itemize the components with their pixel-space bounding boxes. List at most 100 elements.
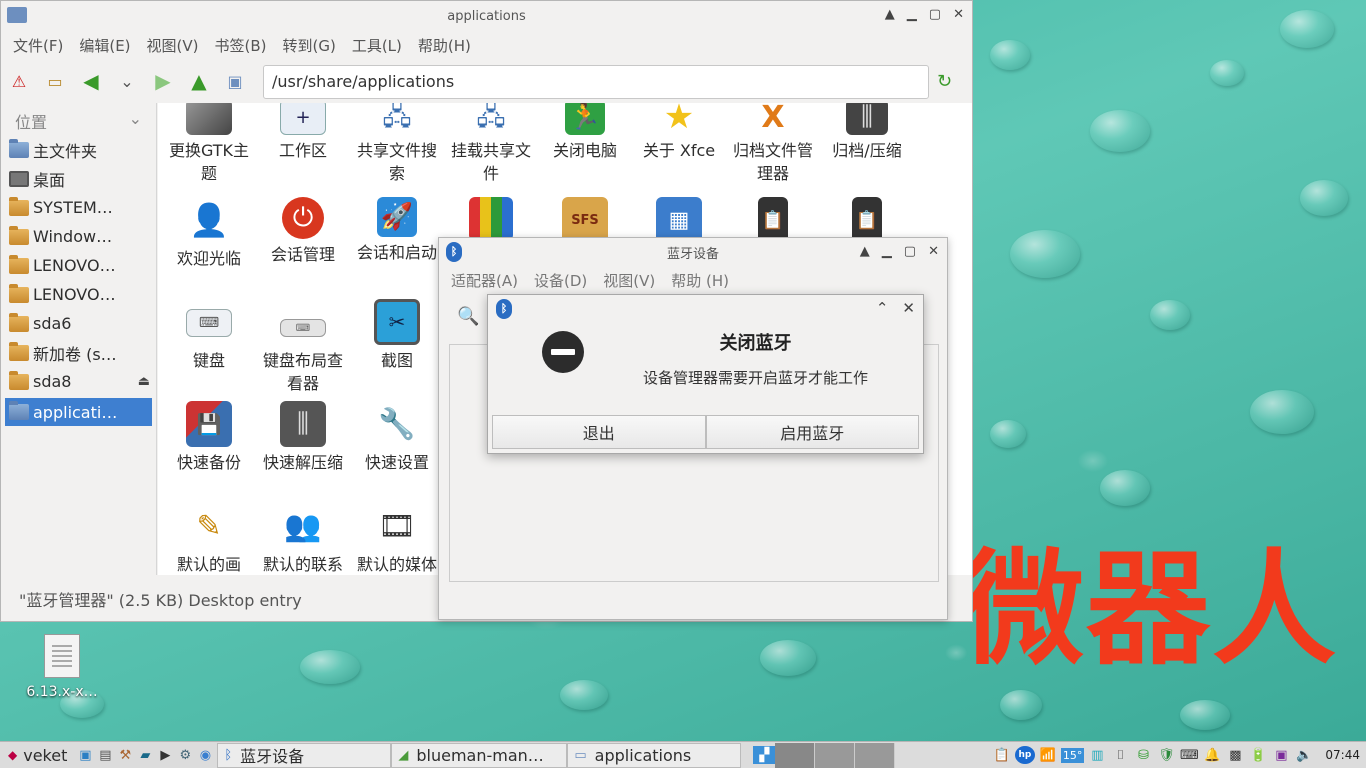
shield-icon[interactable]: 🛡 [1156,746,1176,764]
menu-view[interactable]: 视图(V) [147,35,199,56]
menu-help[interactable]: 帮助(H) [418,35,471,56]
database-icon[interactable]: ⛁ [1133,746,1153,764]
new-folder-icon[interactable]: ▭ [45,71,65,91]
monitor-icon[interactable]: ▩ [1225,746,1245,764]
sidebar-item-system[interactable]: SYSTEM… [1,193,156,222]
quit-button[interactable]: 退出 [492,415,706,449]
desktop-icon[interactable]: ▣ [75,746,95,764]
app-icon-keyboard[interactable]: ⌨ 键盘 [162,299,256,372]
clock[interactable]: 07:44 [1325,748,1360,762]
tools-icon[interactable]: ⚒ [115,746,135,764]
close-button[interactable]: ✕ [953,7,964,22]
browser-icon[interactable]: ◉ [195,746,215,764]
task-blueman-manager[interactable]: ◢ blueman-man… [391,742,568,768]
battery-icon[interactable]: 🔋 [1248,746,1268,764]
menu-view[interactable]: 视图(V) [603,270,655,291]
start-menu-button[interactable]: ◆ veket [0,746,75,765]
keyboard-icon[interactable]: ⌨ [1179,746,1199,764]
app-icon-session-manager[interactable]: ⏻ 会话管理 [256,197,350,266]
up-arrow-icon[interactable]: ▲ [189,69,209,93]
screen-icon[interactable]: ▤ [95,746,115,764]
chevron-down-icon[interactable]: ⌄ [129,109,142,129]
sidebar-item-lenovo-2[interactable]: LENOVO… [1,280,156,309]
hp-icon[interactable]: hp [1014,746,1035,764]
titlebar[interactable]: applications ▲ ▁ ▢ ✕ [1,1,972,31]
enable-bluetooth-button[interactable]: 启用蓝牙 [705,415,919,449]
workspace-switcher-icon[interactable]: ▞ [753,746,776,764]
shade-button[interactable]: ▲ [885,7,895,22]
forward-arrow-icon[interactable]: ▶ [153,69,173,93]
drive-folder-icon [9,341,29,361]
app-icon-workspace[interactable]: + 工作区 [256,103,350,162]
menu-help[interactable]: 帮助 (H) [671,270,729,291]
start-label: veket [23,745,68,765]
app-icon-about-xfce[interactable]: ★ 关于 Xfce [632,103,726,162]
menu-tools[interactable]: 工具(L) [352,35,402,56]
search-icon[interactable]: 🔍 [457,306,479,327]
maximize-button[interactable]: ▢ [904,244,916,259]
history-chevron-down-icon[interactable]: ⌄ [117,71,137,91]
sidebar-item-sda6[interactable]: sda6 [1,309,156,338]
titlebar[interactable]: ᛒ 蓝牙设备 ▲ ▁ ▢ ✕ [439,238,947,266]
dialog-titlebar[interactable]: ᛒ ⌃ ✕ [488,295,923,323]
terminal-icon[interactable]: ▶ [155,746,175,764]
settings-icon[interactable]: ⚙ [175,746,195,764]
app-icon-welcome[interactable]: 👤 欢迎光临 [162,197,256,270]
app-icon-default-paint[interactable]: ✎ 默认的画 [162,503,256,575]
sidebar-item-desktop[interactable]: 桌面 [1,164,156,193]
shade-button[interactable]: ⌃ [876,299,889,317]
menu-bookmarks[interactable]: 书签(B) [215,35,267,56]
app-icon-quick-settings[interactable]: 🔧 快速设置 [350,401,444,474]
menu-adapter[interactable]: 适配器(A) [451,270,518,291]
sidebar-item-sda8[interactable]: sda8 ⏏ [1,367,156,396]
sidebar-header[interactable]: 位置 ⌄ [1,103,156,135]
app-icon-mount-share[interactable]: 🖧 挂载共享文件 [444,103,538,185]
menu-edit[interactable]: 编辑(E) [79,35,130,56]
app-icon-screenshot[interactable]: ✂ 截图 [350,299,444,372]
back-arrow-icon[interactable]: ◀ [81,69,101,93]
app-icon-share-search[interactable]: 🖧 共享文件搜索 [350,103,444,185]
clipboard-icon[interactable]: 📋 [992,746,1012,764]
maximize-button[interactable]: ▢ [929,7,941,22]
minimize-button[interactable]: ▁ [882,244,892,259]
weather-temperature[interactable]: 15° [1060,747,1085,763]
minimize-button[interactable]: ▁ [907,7,917,22]
app-icon-quick-extract[interactable]: ⫼ 快速解压缩 [256,401,350,474]
menu-go[interactable]: 转到(G) [283,35,336,56]
workspace-pager[interactable] [775,742,896,768]
location-input[interactable]: /usr/share/applications [263,65,929,99]
eject-icon[interactable]: ⏏ [138,374,150,389]
notification-bell-icon[interactable]: 🔔 [1202,746,1222,764]
app-icon-archive-compress[interactable]: ⫼ 归档/压缩 [820,103,914,162]
task-applications[interactable]: ▭ applications [567,742,742,768]
app-icon-default-media[interactable]: 🎞 默认的媒体 [350,503,444,575]
sidebar-item-new-volume[interactable]: 新加卷 (s… [1,338,156,367]
task-bluetooth-devices[interactable]: ᛒ 蓝牙设备 [217,742,392,768]
go-icon[interactable]: ↻ [937,71,952,92]
sidebar-item-lenovo-1[interactable]: LENOVO… [1,251,156,280]
app-icon-quick-backup[interactable]: 💾 快速备份 [162,401,256,474]
app-icon-default-contacts[interactable]: 👥 默认的联系 [256,503,350,575]
volume-icon[interactable]: 🔈 [1294,746,1314,764]
sidebar-item-home[interactable]: 主文件夹 [1,135,156,164]
location-folder-icon[interactable]: ▣ [225,71,245,91]
app-icon-keyboard-layout[interactable]: ⌨ 键盘布局查看器 [256,299,350,395]
app-icon-archive-manager[interactable]: X 归档文件管理器 [726,103,820,185]
menu-device[interactable]: 设备(D) [534,270,587,291]
desktop-file-icon[interactable]: 6.13.x-x… [14,634,110,700]
close-button[interactable]: ✕ [902,299,915,317]
warning-icon[interactable]: ⚠ [9,71,29,91]
app-icon-gtk-theme[interactable]: 更换GTK主题 [162,103,256,185]
sidebar-item-applications[interactable]: applicati… [5,398,152,426]
app-icon-shutdown[interactable]: 🏃 关闭电脑 [538,103,632,162]
close-button[interactable]: ✕ [928,244,939,259]
app-icon-session-startup[interactable]: 🚀 会话和启动 [350,197,444,264]
files-icon[interactable]: ▰ [135,746,155,764]
shade-button[interactable]: ▲ [860,244,870,259]
wifi-icon[interactable]: 📶 [1038,746,1058,764]
sidebar-item-windows[interactable]: Window… [1,222,156,251]
drive-icon[interactable]: ⌷ [1110,746,1130,764]
menu-file[interactable]: 文件(F) [13,35,63,56]
network-load-icon[interactable]: ▥ [1087,746,1107,764]
app-tray-icon[interactable]: ▣ [1271,746,1291,764]
